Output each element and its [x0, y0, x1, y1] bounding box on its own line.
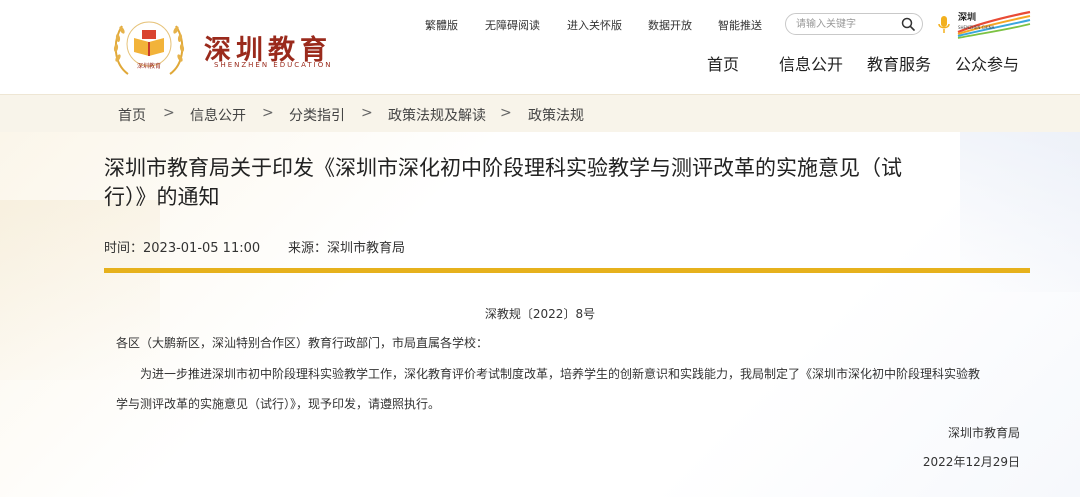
shenzhen-education-logo[interactable]: 深圳教育: [108, 12, 190, 84]
article-title-line: 深圳市教育局关于印发《深圳市深化初中阶段理科实验教学与测评改革的实施意见（试: [104, 156, 902, 180]
body-paragraph: 为进一步推进深圳市初中阶段理科实验教学工作，深化教育评价考试制度改革，培养学生的…: [140, 367, 981, 381]
search-box: [785, 13, 923, 35]
breadcrumb-separator: >: [262, 105, 274, 121]
article-title: 深圳市教育局关于印发《深圳市深化初中阶段理科实验教学与测评改革的实施意见（试 行…: [104, 154, 1004, 212]
article-title-line: 行）》的通知: [104, 185, 220, 209]
link-open-data[interactable]: 数据开放: [648, 17, 692, 33]
breadcrumb-separator: >: [361, 105, 373, 121]
breadcrumb-info-disclosure[interactable]: 信息公开: [190, 105, 246, 125]
site-subtitle: SHENZHEN EDUCATION: [214, 61, 333, 69]
nav-info-disclosure[interactable]: 信息公开: [779, 51, 843, 75]
breadcrumb-separator: >: [163, 105, 175, 121]
link-smart-push[interactable]: 智能推送: [718, 17, 762, 33]
szchina-label: 深圳: [958, 11, 976, 23]
breadcrumb-category-guide[interactable]: 分类指引: [289, 105, 345, 125]
salutation: 各区（大鹏新区，深汕特别合作区）教育行政部门，市局直属各学校：: [116, 336, 489, 350]
breadcrumb-home[interactable]: 首页: [118, 105, 146, 125]
breadcrumb-policy-regulations[interactable]: 政策法规: [528, 105, 584, 125]
title-divider: [104, 268, 1030, 273]
search-input[interactable]: [796, 16, 896, 32]
article-source: 来源：深圳市教育局: [288, 241, 406, 256]
site-header: 深圳教育 深圳教育 SHENZHEN EDUCATION 繁體版 无障碍阅读 进…: [0, 0, 1080, 94]
szchina-sub: SHENZHEN CHINA: [958, 25, 995, 30]
publish-time: 时间：2023-01-05 11:00: [104, 241, 261, 256]
nav-home[interactable]: 首页: [707, 51, 739, 75]
link-accessible-reading[interactable]: 无障碍阅读: [485, 17, 540, 33]
breadcrumb-separator: >: [500, 105, 512, 121]
breadcrumb-policy-interpretation[interactable]: 政策法规及解读: [388, 105, 486, 125]
search-icon[interactable]: [901, 17, 915, 31]
link-traditional-chinese[interactable]: 繁體版: [425, 17, 458, 33]
nav-education-services[interactable]: 教育服务: [867, 51, 931, 75]
shenzhen-china-logo[interactable]: 深圳 SHENZHEN CHINA: [956, 10, 1032, 40]
signature: 深圳市教育局: [947, 426, 1020, 440]
nav-public-participation[interactable]: 公众参与: [955, 51, 1019, 75]
logo-badge-text: 深圳教育: [137, 62, 161, 70]
background-decoration: [0, 200, 160, 380]
body-paragraph-continued: 学与测评改革的实施意见（试行）》，现予印发，请遵照执行。: [116, 397, 441, 411]
link-care-version[interactable]: 进入关怀版: [567, 17, 622, 33]
issue-date: 2022年12月29日: [922, 455, 1020, 469]
breadcrumb: 首页 > 信息公开 > 分类指引 > 政策法规及解读 > 政策法规: [0, 94, 1080, 133]
document-number: 深教规〔2022〕8号: [484, 307, 596, 321]
microphone-icon[interactable]: [937, 15, 951, 35]
